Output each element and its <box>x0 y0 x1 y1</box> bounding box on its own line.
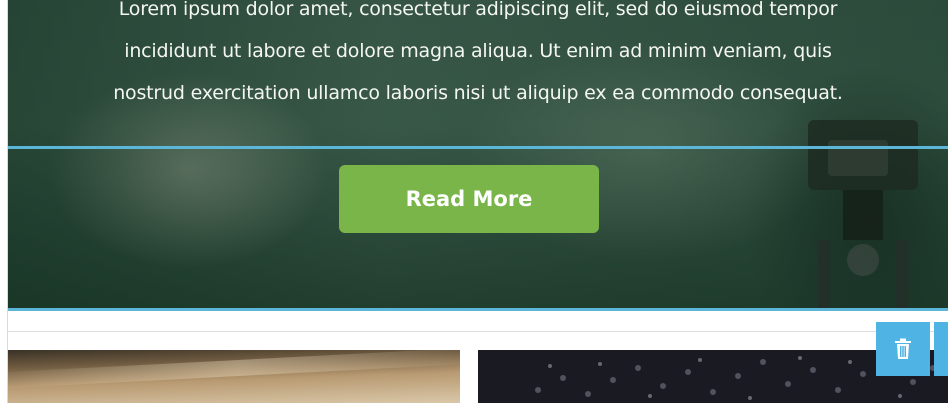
hero-section[interactable]: Lorem ipsum dolor amet, consectetur adip… <box>8 0 948 310</box>
trash-icon <box>895 338 911 359</box>
hero-text-line: Lorem ipsum dolor amet, consectetur adip… <box>118 0 838 20</box>
canvas-left-edge <box>0 0 8 403</box>
hero-paragraph: Lorem ipsum dolor amet, consectetur adip… <box>8 0 948 114</box>
read-more-button[interactable]: Read More <box>339 165 599 233</box>
editor-canvas: Lorem ipsum dolor amet, consectetur adip… <box>0 0 948 403</box>
section-gap <box>8 311 948 332</box>
hero-text-line: nostrud exercitation ullamco laboris nis… <box>113 82 843 104</box>
left-image-block[interactable] <box>8 350 460 403</box>
hero-divider-line <box>8 146 948 149</box>
section-action-button[interactable] <box>934 322 948 376</box>
hero-text-line: incididunt ut labore et dolore magna ali… <box>124 40 832 62</box>
delete-button[interactable] <box>876 322 930 376</box>
section-selection-border <box>8 308 948 311</box>
image-highlight <box>8 350 460 390</box>
